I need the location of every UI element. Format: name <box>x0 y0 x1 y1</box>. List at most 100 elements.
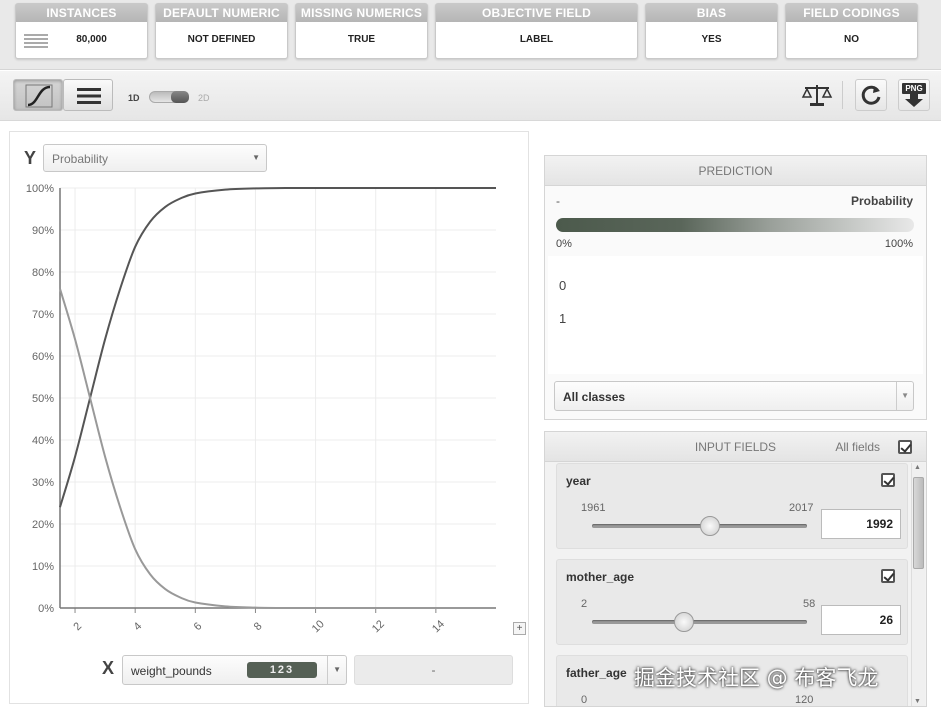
scroll-up-icon[interactable]: ▲ <box>914 464 921 471</box>
y-tick-label: 0% <box>38 603 54 615</box>
predicted-value: - <box>556 194 560 208</box>
numeric-type-badge: 123 <box>247 662 317 678</box>
field-value-input[interactable]: 26 <box>821 605 901 635</box>
dropdown-divider <box>896 382 897 410</box>
dimension-toggle[interactable] <box>149 91 189 103</box>
card-header: FIELD CODINGS <box>786 4 917 22</box>
series-line-0 <box>59 186 496 508</box>
x-tick-label: 12 <box>370 618 387 635</box>
y-tick-label: 100% <box>26 183 54 195</box>
all-fields-checkbox[interactable] <box>898 440 912 454</box>
dropdown-divider <box>327 656 328 684</box>
scroll-down-icon[interactable]: ▼ <box>914 698 921 705</box>
y-tick-label: 30% <box>32 477 54 489</box>
plot-panel: Y Probability ▼ 0% 10% 20% 30% 40% 50% 60% 70% 8… <box>9 131 529 704</box>
x-secondary-value: - <box>431 663 436 677</box>
zoom-button[interactable]: + <box>513 622 526 635</box>
menu-lines-icon <box>77 88 101 104</box>
y-select-value: Probability <box>52 152 109 166</box>
png-download-icon: PNG <box>902 83 926 107</box>
y-tick-label: 90% <box>32 225 54 237</box>
refresh-icon <box>861 85 881 105</box>
class-list: 0 1 <box>548 256 923 374</box>
class-filter-select[interactable]: All classes ▼ <box>554 381 914 411</box>
field-value-input[interactable]: 1992 <box>821 509 901 539</box>
card-header: DEFAULT NUMERIC <box>156 4 287 22</box>
class-item[interactable]: 0 <box>559 278 566 293</box>
y-tick-label: 10% <box>32 561 54 573</box>
x-tick-label: 4 <box>131 620 144 633</box>
input-fields-title: INPUT FIELDS <box>694 440 777 454</box>
card-header: OBJECTIVE FIELD <box>436 4 637 22</box>
png-export-button[interactable]: PNG <box>898 79 930 111</box>
y-axis-select[interactable]: Probability ▼ <box>43 144 267 172</box>
card-header: INSTANCES <box>16 4 147 22</box>
field-slider-handle[interactable] <box>674 612 695 632</box>
field-name: year <box>566 474 591 488</box>
card-value: LABEL <box>519 34 554 45</box>
bar-max-label: 100% <box>884 238 913 250</box>
scroll-thumb[interactable] <box>913 477 924 569</box>
vertical-scrollbar[interactable]: ▲ ▼ <box>911 463 925 706</box>
x-select-value: weight_pounds <box>131 664 212 678</box>
summary-bar: INSTANCES 80,000 DEFAULT NUMERIC NOT DEF… <box>0 0 941 70</box>
y-tick-label: 70% <box>32 309 54 321</box>
field-name: father_age <box>566 666 627 680</box>
x-tick-label: 14 <box>430 618 447 635</box>
card-value: YES <box>701 34 722 45</box>
toggle-1d-label: 1D <box>128 93 140 103</box>
refresh-button[interactable] <box>855 79 887 111</box>
table-view-button[interactable] <box>63 79 113 111</box>
curve-icon <box>25 84 53 108</box>
probability-gradient-bar <box>556 218 914 232</box>
field-name: mother_age <box>566 570 635 584</box>
balance-scale-icon <box>801 85 833 106</box>
instances-card: INSTANCES 80,000 <box>15 3 148 59</box>
class-select-value: All classes <box>563 390 626 404</box>
caret-down-icon: ▼ <box>252 153 260 162</box>
bar-min-label: 0% <box>556 238 572 250</box>
field-codings-card: FIELD CODINGS NO <box>785 3 918 59</box>
objective-field-card: OBJECTIVE FIELD LABEL <box>435 3 638 59</box>
bias-card: BIAS YES <box>645 3 778 59</box>
field-slider-handle[interactable] <box>700 516 721 536</box>
card-value: NO <box>844 34 859 45</box>
card-header: BIAS <box>646 4 777 22</box>
list-icon <box>24 34 48 48</box>
x-tick-label: 10 <box>310 618 327 635</box>
y-tick-label: 50% <box>32 393 54 405</box>
input-field-mother-age: mother_age 2 58 26 <box>556 559 908 645</box>
field-checkbox[interactable] <box>881 473 895 487</box>
card-value: NOT DEFINED <box>187 34 256 45</box>
field-slider-track[interactable] <box>592 620 807 624</box>
default-numeric-card: DEFAULT NUMERIC NOT DEFINED <box>155 3 288 59</box>
input-field-year: year 1961 2017 1992 <box>556 463 908 549</box>
x-tick-label: 2 <box>71 620 84 633</box>
field-min: 0 <box>581 694 588 706</box>
x-axis-select[interactable]: weight_pounds 123 ▼ <box>122 655 347 685</box>
input-fields-header: INPUT FIELDS All fields <box>545 432 926 462</box>
watermark-text: 掘金技术社区 @ 布客飞龙 <box>634 666 879 690</box>
field-max: 2017 <box>789 502 814 514</box>
compare-button[interactable] <box>800 81 834 109</box>
card-header: MISSING NUMERICS <box>296 4 427 22</box>
field-checkbox[interactable] <box>881 569 895 583</box>
curve-view-button[interactable] <box>13 79 63 111</box>
y-tick-label: 80% <box>32 267 54 279</box>
caret-down-icon: ▼ <box>901 391 909 400</box>
y-tick-label: 20% <box>32 519 54 531</box>
class-item[interactable]: 1 <box>559 311 566 326</box>
png-label: PNG <box>902 83 926 94</box>
caret-down-icon: ▼ <box>333 665 341 674</box>
prediction-panel: PREDICTION - Probability 0% 100% 0 1 All… <box>544 155 927 420</box>
x-tick-label: 8 <box>252 620 265 633</box>
toggle-knob <box>171 91 189 103</box>
prediction-title: PREDICTION <box>545 156 926 186</box>
metric-label: Probability <box>850 194 913 208</box>
x-tick-label: 6 <box>192 620 205 633</box>
probability-chart: 0% 10% 20% 30% 40% 50% 60% 70% 80% 90% 100% 2 4 6 8 10 1… <box>26 183 496 635</box>
x-secondary-field[interactable]: - <box>354 655 513 685</box>
field-max: 58 <box>803 598 816 610</box>
toggle-2d-label: 2D <box>198 93 210 103</box>
x-axis-letter: X <box>102 658 115 678</box>
